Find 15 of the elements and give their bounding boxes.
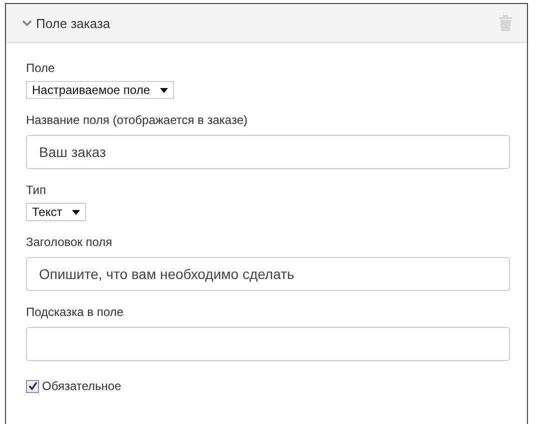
checkbox-label: Обязательное <box>42 379 122 393</box>
input-field[interactable]: Ваш заказ <box>26 135 510 169</box>
field-label: Подсказка в поле <box>26 305 124 319</box>
chevron-icon[interactable] <box>22 20 32 26</box>
dropdown[interactable]: Текст <box>26 203 86 221</box>
panel-title: Поле заказа <box>36 16 112 30</box>
caret-icon <box>72 210 80 214</box>
field-label: Поле <box>26 61 55 75</box>
dropdown[interactable]: Настраиваемое поле <box>26 81 174 99</box>
input-field[interactable]: Опишите, что вам необходимо сделать <box>26 257 510 291</box>
field-label: Тип <box>26 183 46 197</box>
caret-icon <box>160 88 168 92</box>
field-label: Название поля (отображается в заказе) <box>26 113 248 127</box>
field-label: Заголовок поля <box>26 235 112 249</box>
checkbox[interactable] <box>26 380 39 392</box>
